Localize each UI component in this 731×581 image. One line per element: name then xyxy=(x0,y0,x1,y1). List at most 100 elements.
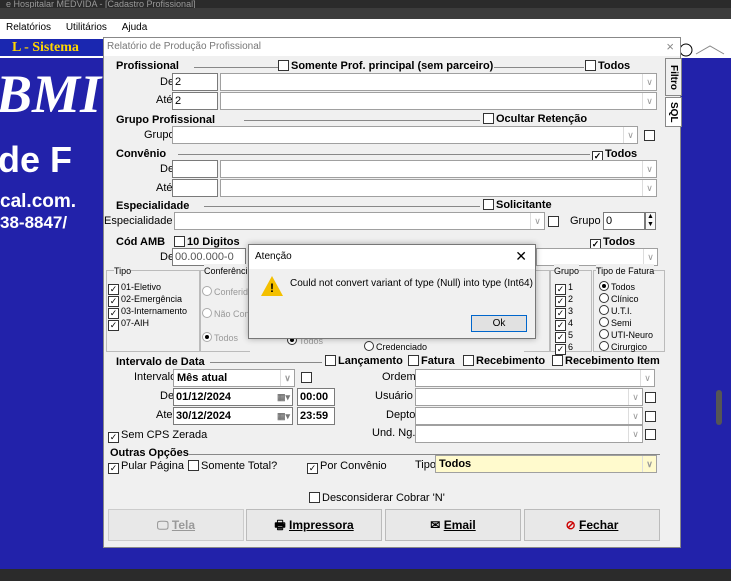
window-title: Relatório de Produção Profissional xyxy=(104,38,680,56)
ocultar-retencao-checkbox[interactable]: Ocultar Retenção xyxy=(483,112,587,126)
grupo-checkbox[interactable] xyxy=(644,130,655,141)
digitos-checkbox[interactable]: 10 Digitos xyxy=(174,235,240,249)
background-toolbar-icons[interactable] xyxy=(679,40,730,60)
conferido-radio[interactable]: Conferid xyxy=(202,285,248,299)
time-ate-input[interactable]: 23:59 xyxy=(297,407,335,425)
impressora-button[interactable]: 🖶 Impressora xyxy=(246,509,382,541)
conv-ate-input[interactable] xyxy=(172,179,218,197)
spinner-arrows-icon[interactable]: ▲ ▼ xyxy=(645,212,656,230)
radio-icon xyxy=(202,286,212,296)
somente-prof-label: Somente Prof. principal (sem parceiro) xyxy=(291,60,494,72)
sem-cps-checkbox[interactable]: ✓ Sem CPS Zerada xyxy=(108,428,207,443)
recebimento-item-checkbox[interactable]: Recebimento Item xyxy=(552,354,660,368)
fatura-checkbox[interactable]: Fatura xyxy=(408,354,455,368)
email-button[interactable]: ✉ Email xyxy=(385,509,521,541)
radio-icon xyxy=(599,317,609,327)
date-ate-input[interactable]: 30/12/2024 ▦▾ xyxy=(173,407,293,425)
dialog-title: Atenção xyxy=(249,245,535,269)
time-de-input[interactable]: 00:00 xyxy=(297,388,335,406)
grupo-label: Grupo xyxy=(144,129,175,141)
grupo-combo[interactable]: ∨ xyxy=(172,126,638,144)
menu-relatorios[interactable]: Relatórios xyxy=(6,22,51,33)
dialog-close-button[interactable]: ✕ xyxy=(515,247,527,265)
todos-prof-label: Todos xyxy=(598,60,631,72)
especialidade-checkbox[interactable] xyxy=(548,216,559,227)
tela-button[interactable]: 🖵 Tela xyxy=(108,509,244,541)
conv-de-combo[interactable]: ∨ xyxy=(220,160,657,178)
menu-utilitarios[interactable]: Utilitários xyxy=(66,22,107,33)
ordem-combo[interactable]: ∨ xyxy=(415,369,655,387)
conv-de-input[interactable] xyxy=(172,160,218,178)
prof-ate-combo[interactable]: ∨ xyxy=(220,92,657,110)
intervalo-combo[interactable]: Mês atual ∨ xyxy=(173,369,295,387)
divider xyxy=(204,206,480,207)
date-de-input[interactable]: 01/12/2024 ▦▾ xyxy=(173,388,293,406)
und-label: Und. Ng. xyxy=(372,427,416,439)
pular-pagina-checkbox[interactable]: ✓ Pular Página xyxy=(108,459,184,474)
por-convenio-checkbox[interactable]: ✓ Por Convênio xyxy=(307,459,387,474)
nao-conferido-radio[interactable]: Não Con xyxy=(202,307,250,321)
usuario-checkbox[interactable] xyxy=(645,392,656,403)
chevron-down-icon: ∨ xyxy=(628,426,642,442)
intervalo-checkbox[interactable] xyxy=(301,372,312,383)
prof-de-input[interactable]: 2 xyxy=(172,73,218,91)
tipo-item-label: 02-Emergência xyxy=(121,294,183,304)
grupo-list-label: Grupo xyxy=(554,264,580,278)
grupo-list-item-label: 4 xyxy=(568,318,574,328)
tipo-item-label: 07-AIH xyxy=(121,318,150,328)
und-combo[interactable]: ∨ xyxy=(415,425,643,443)
fatura-item-label: UTI-Neuro xyxy=(611,330,654,340)
checkbox-icon xyxy=(463,355,474,366)
depto-checkbox[interactable] xyxy=(645,411,656,422)
prof-de-combo[interactable]: ∨ xyxy=(220,73,657,91)
scrollbar-thumb[interactable] xyxy=(716,390,722,425)
background-status-bar xyxy=(0,569,731,581)
fatura-item-label: Todos xyxy=(611,282,636,292)
grupo-list-item[interactable]: ✓ 6 xyxy=(555,340,573,355)
somente-total-checkbox[interactable]: Somente Total? xyxy=(188,459,277,473)
tab-filtro[interactable]: Filtro xyxy=(665,58,682,96)
menu-ajuda[interactable]: Ajuda xyxy=(122,22,148,33)
chevron-down-icon: ∨ xyxy=(642,456,656,472)
ordem-label: Ordem xyxy=(382,371,416,383)
fatura-cirurgico-radio[interactable]: Cirurgico xyxy=(599,340,647,354)
und-checkbox[interactable] xyxy=(645,429,656,440)
esp-grupo-input[interactable]: 0 xyxy=(603,212,645,230)
calendar-icon[interactable]: ▦▾ xyxy=(277,408,290,424)
tipo-item[interactable]: ✓ 07-AIH xyxy=(108,316,149,331)
tipo-outras-combo[interactable]: Todos ∨ xyxy=(435,455,657,473)
fatura-item-label: Clínico xyxy=(611,294,639,304)
conv-ate-combo[interactable]: ∨ xyxy=(220,179,657,197)
fatura-item-label: Cirurgico xyxy=(611,342,648,352)
conferido-label: Conferid xyxy=(214,287,249,297)
especialidade-combo[interactable]: ∨ xyxy=(174,212,545,230)
date-de-value: 01/12/2024 xyxy=(176,391,232,403)
recebimento-checkbox[interactable]: Recebimento xyxy=(463,354,545,368)
esp-grupo-label: Grupo xyxy=(570,215,601,227)
checkbox-icon xyxy=(552,355,563,366)
credenciado-radio[interactable]: Credenciado xyxy=(364,340,427,354)
window-close-button[interactable]: × xyxy=(666,40,674,54)
chevron-down-icon: ∨ xyxy=(623,127,637,143)
printer-icon: 🖶 xyxy=(274,518,286,532)
depto-combo[interactable]: ∨ xyxy=(415,407,643,425)
fechar-button[interactable]: ⊘ Fechar xyxy=(524,509,660,541)
checkbox-icon xyxy=(174,236,185,247)
conf-todos-radio[interactable]: Todos xyxy=(202,331,238,345)
prof-ate-input[interactable]: 2 xyxy=(172,92,218,110)
date-de-label: De xyxy=(160,390,175,402)
somente-prof-checkbox[interactable]: Somente Prof. principal (sem parceiro) xyxy=(278,59,493,73)
lancamento-checkbox[interactable]: Lançamento xyxy=(325,354,403,368)
calendar-icon[interactable]: ▦▾ xyxy=(277,389,290,405)
checkbox-icon xyxy=(483,199,494,210)
solicitante-checkbox[interactable]: Solicitante xyxy=(483,198,552,212)
chevron-down-icon: ∨ xyxy=(642,161,656,177)
usuario-combo[interactable]: ∨ xyxy=(415,388,643,406)
desconsiderar-checkbox[interactable]: Desconsiderar Cobrar 'N' xyxy=(309,491,445,505)
conf-todos-label: Todos xyxy=(214,333,239,343)
chevron-down-icon: ∨ xyxy=(628,408,642,424)
todos-prof-checkbox[interactable]: Todos xyxy=(585,59,630,73)
ok-button[interactable]: Ok xyxy=(471,315,527,332)
tab-sql[interactable]: SQL xyxy=(665,97,682,127)
warning-exclamation: ! xyxy=(270,281,274,295)
